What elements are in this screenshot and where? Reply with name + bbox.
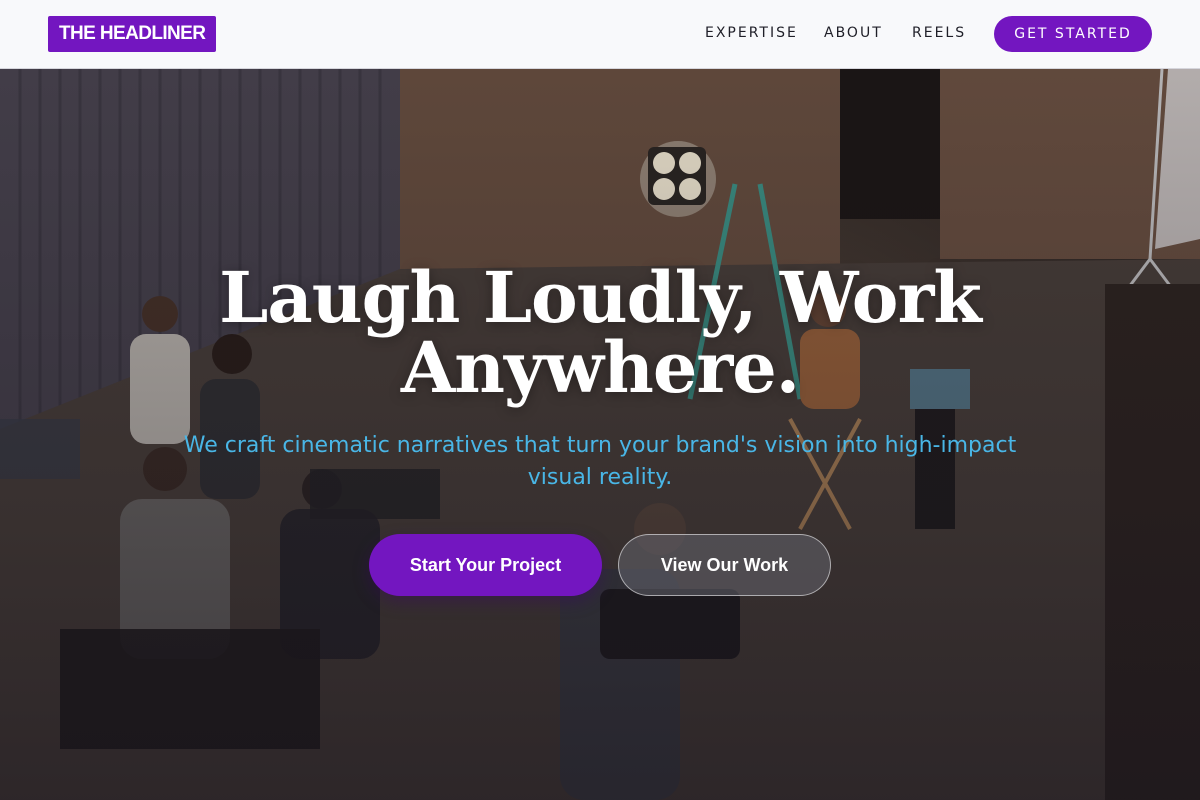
start-project-button[interactable]: Start Your Project — [369, 534, 602, 596]
site-logo[interactable]: THE HEADLINER — [48, 16, 217, 52]
hero-subtitle: We craft cinematic narratives that turn … — [183, 433, 1017, 490]
nav-link-about[interactable]: ABOUT — [824, 25, 883, 41]
get-started-button[interactable]: GET STARTED — [994, 16, 1152, 52]
nav-link-expertise[interactable]: EXPERTISE — [705, 25, 798, 41]
nav-link-reels[interactable]: REELS — [912, 25, 966, 41]
site-header: THE HEADLINER EXPERTISE ABOUT REELS GET … — [0, 0, 1200, 69]
hero-section: Laugh Loudly, Work Anywhere. We craft ci… — [0, 69, 1200, 800]
view-work-button[interactable]: View Our Work — [618, 534, 831, 596]
hero-title-line-2: Anywhere. — [400, 326, 800, 409]
hero-title: Laugh Loudly, Work Anywhere. — [200, 263, 1000, 403]
